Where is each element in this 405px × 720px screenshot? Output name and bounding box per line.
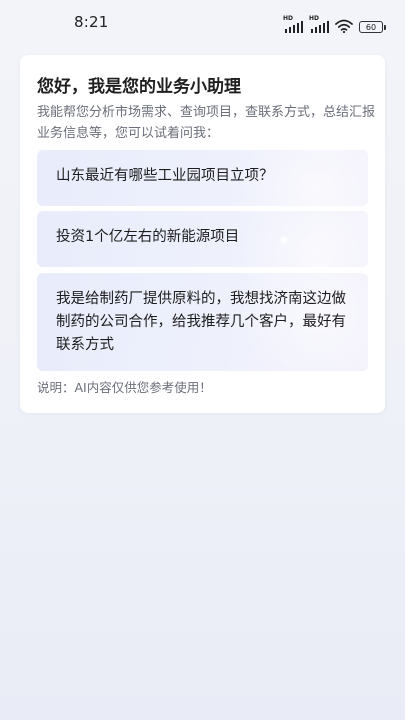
status-time: 8:21 [74, 13, 109, 31]
assistant-title: 您好，我是您的业务小助理 [37, 77, 241, 97]
suggestion-text: 山东最近有哪些工业园项目立项？ [56, 168, 274, 184]
suggestion-text: 投资1个亿左右的新能源项目 [56, 229, 240, 245]
suggestion-item[interactable]: 投资1个亿左右的新能源项目 [37, 211, 368, 267]
signal-hd-icon: HD [283, 15, 303, 33]
suggestion-item[interactable]: 我是给制药厂提供原料的，我想找济南这边做制药的公司合作，给我推荐几个客户，最好有… [37, 273, 368, 371]
signal-hd-icon: HD [309, 15, 329, 33]
disclaimer-note: 说明：AI内容仅供您参考使用！ [37, 380, 212, 395]
status-icons: HD HD 60 [283, 13, 386, 33]
battery-icon: 60 [359, 21, 386, 33]
suggestion-text: 我是给制药厂提供原料的，我想找济南这边做制药的公司合作，给我推荐几个客户，最好有… [56, 291, 346, 353]
assistant-card: 您好，我是您的业务小助理 我能帮您分析市场需求、查询项目，查联系方式，总结汇报业… [20, 55, 385, 413]
battery-level: 60 [365, 22, 377, 32]
assistant-description: 我能帮您分析市场需求、查询项目，查联系方式，总结汇报业务信息等，您可以试着问我： [37, 105, 376, 141]
status-bar: 8:21 HD HD 60 [0, 0, 405, 44]
wifi-icon [335, 19, 353, 33]
sparkle-dot [281, 237, 287, 243]
suggestion-item[interactable]: 山东最近有哪些工业园项目立项？ [37, 150, 368, 206]
